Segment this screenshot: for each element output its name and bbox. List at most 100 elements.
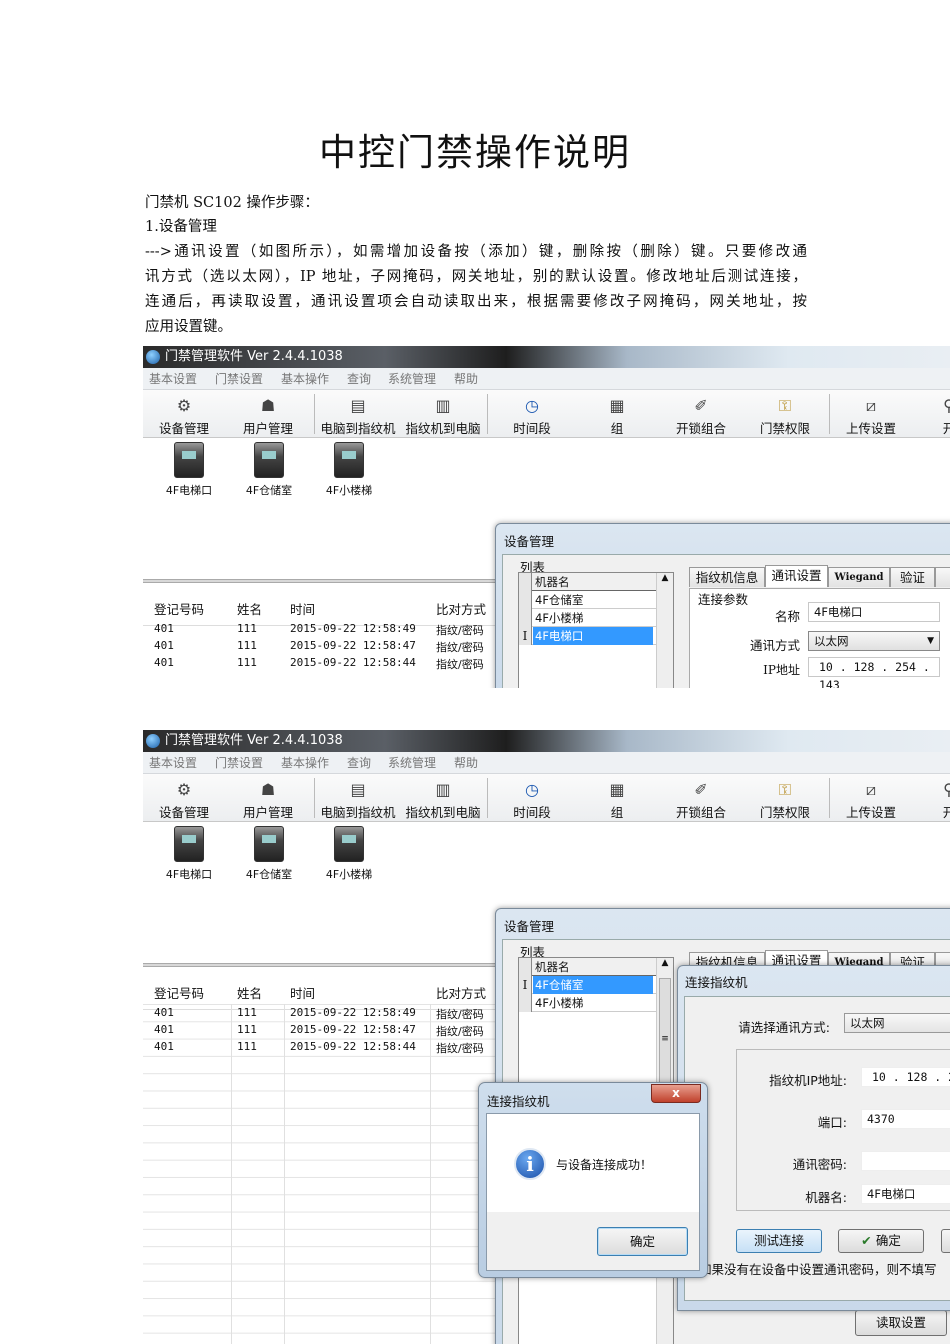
list-item[interactable]: 4F小楼梯 (519, 994, 673, 1012)
cell: 401 (154, 639, 174, 652)
menu-system[interactable]: 系统管理 (388, 752, 436, 774)
device-list[interactable]: 机器名 4F仓储室 4F小楼梯 I 4F电梯口 ▲ (518, 572, 674, 688)
column-header[interactable]: 姓名 (237, 599, 262, 618)
table-row[interactable]: 401 111 2015-09-22 12:58:47 指纹/密码 (143, 1023, 495, 1040)
column-header[interactable]: 比对方式 (436, 983, 486, 1002)
column-header[interactable]: 姓名 (237, 983, 262, 1002)
column-header[interactable]: 登记号码 (154, 599, 204, 618)
toolbar-pc-to-device[interactable]: ▤ 电脑到指纹机 (315, 774, 401, 822)
toolbar-device-to-pc[interactable]: ▥ 指纹机到电脑 (400, 774, 486, 822)
toolbar-open[interactable]: ⚲ 开 (906, 390, 950, 438)
table-row[interactable]: 401 111 2015-09-22 12:58:49 指纹/密码 (143, 622, 495, 639)
menu-system[interactable]: 系统管理 (388, 368, 436, 390)
toolbar-separator (487, 778, 488, 818)
column-header[interactable]: 比对方式 (436, 599, 486, 618)
toolbar-upload-settings[interactable]: ⧄ 上传设置 (828, 390, 914, 438)
tab-more[interactable]: 电 (935, 567, 950, 587)
device-item[interactable]: 4F电梯口 (154, 826, 224, 882)
message-ok-button[interactable]: 确定 (597, 1227, 688, 1256)
ip-input[interactable]: 10 . 128 . 254 (861, 1067, 950, 1087)
dialog-body: 列表 机器名 4F仓储室 4F小楼梯 I 4F电梯口 ▲ 指纹机信息 通讯设置 W… (502, 554, 950, 688)
menu-basic-ops[interactable]: 基本操作 (281, 752, 329, 774)
password-note: 如果没有在设备中设置通讯密码，则不填写 (699, 1262, 937, 1277)
toolbar-unlock-combo[interactable]: ✐ 开锁组合 (658, 390, 744, 438)
ok-button[interactable]: ✔ 确定 (838, 1229, 924, 1253)
table-row[interactable]: 401 111 2015-09-22 12:58:44 指纹/密码 (143, 656, 495, 673)
toolbar-user-mgmt[interactable]: ☗ 用户管理 (225, 774, 311, 822)
menu-help[interactable]: 帮助 (454, 368, 478, 390)
read-settings-button[interactable]: 读取设置 (855, 1310, 947, 1336)
toolbar-pc-to-device[interactable]: ▤ 电脑到指纹机 (315, 390, 401, 438)
menu-help[interactable]: 帮助 (454, 752, 478, 774)
list-item[interactable]: 4F小楼梯 (519, 609, 673, 627)
menu-basic-ops[interactable]: 基本操作 (281, 368, 329, 390)
comm-mode-select[interactable]: 以太网 ▼ (808, 631, 940, 651)
toolbar-label: 开锁组合 (675, 805, 726, 820)
list-header[interactable]: 机器名 (519, 958, 673, 976)
item-label: 4F小楼梯 (535, 611, 584, 625)
column-header[interactable]: 登记号码 (154, 983, 204, 1002)
table-row[interactable]: 401 111 2015-09-22 12:58:44 指纹/密码 (143, 1040, 495, 1057)
tab-wiegand[interactable]: Wiegand (828, 567, 890, 587)
list-item[interactable]: 4F仓储室 (519, 591, 673, 609)
cell: 2015-09-22 12:58:49 (290, 622, 416, 635)
column-header[interactable]: 时间 (290, 983, 315, 1002)
toolbar-device-mgmt[interactable]: ⚙ 设备管理 (143, 390, 227, 438)
toolbar-access-rights[interactable]: ⚿ 门禁权限 (742, 390, 828, 438)
toolbar-time-period[interactable]: ◷ 时间段 (489, 390, 575, 438)
menu-basic-settings[interactable]: 基本设置 (149, 752, 197, 774)
fingerprint-device-icon (334, 826, 364, 862)
toolbar-device-mgmt[interactable]: ⚙ 设备管理 (143, 774, 227, 822)
screenshot-device-management: 门禁管理软件 Ver 2.4.4.1038 基本设置 门禁设置 基本操作 查询 … (143, 346, 950, 688)
ip-input[interactable]: 10 . 128 . 254 . 143 (808, 657, 940, 688)
toolbar-label: 上传设置 (845, 805, 896, 820)
password-input[interactable] (861, 1151, 950, 1171)
list-item[interactable]: I 4F电梯口 (519, 627, 673, 645)
tab-verify[interactable]: 验证 (890, 567, 935, 587)
toolbar-unlock-combo[interactable]: ✐ 开锁组合 (658, 774, 744, 822)
toolbar-user-mgmt[interactable]: ☗ 用户管理 (225, 390, 311, 438)
menu-access-settings[interactable]: 门禁设置 (215, 368, 263, 390)
toolbar-device-to-pc[interactable]: ▥ 指纹机到电脑 (400, 390, 486, 438)
scrollbar[interactable]: ▲ (656, 573, 673, 688)
test-connection-button[interactable]: 测试连接 (736, 1229, 822, 1253)
device-item[interactable]: 4F仓储室 (234, 826, 304, 882)
device-item[interactable]: 4F小楼梯 (314, 826, 384, 882)
table-row[interactable]: 401 111 2015-09-22 12:58:49 指纹/密码 (143, 1006, 495, 1023)
toolbar-label: 组 (610, 421, 624, 436)
device-item[interactable]: 4F仓储室 (234, 442, 304, 498)
item-label: 4F小楼梯 (535, 996, 584, 1010)
port-input[interactable]: 4370 (861, 1109, 950, 1129)
toolbar-upload-settings[interactable]: ⧄ 上传设置 (828, 774, 914, 822)
column-header[interactable]: 时间 (290, 599, 315, 618)
cancel-button[interactable] (941, 1229, 950, 1253)
header-label: 机器名 (535, 575, 570, 589)
table-row[interactable]: 401 111 2015-09-22 12:58:47 指纹/密码 (143, 639, 495, 656)
tab-comm-settings[interactable]: 通讯设置 (765, 565, 828, 587)
tab-device-info[interactable]: 指纹机信息 (689, 567, 765, 587)
toolbar-access-rights[interactable]: ⚿ 门禁权限 (742, 774, 828, 822)
machine-name-input[interactable]: 4F电梯口 (861, 1184, 950, 1204)
toolbar-group[interactable]: ▦ 组 (574, 774, 660, 822)
list-item[interactable]: I 4F仓储室 (519, 976, 673, 994)
toolbar-group[interactable]: ▦ 组 (574, 390, 660, 438)
menu-basic-settings[interactable]: 基本设置 (149, 368, 197, 390)
close-button[interactable]: x (651, 1084, 701, 1103)
menu-query[interactable]: 查询 (347, 752, 371, 774)
menu-query[interactable]: 查询 (347, 368, 371, 390)
menu-access-settings[interactable]: 门禁设置 (215, 752, 263, 774)
name-input[interactable]: 4F电梯口 (808, 602, 940, 622)
toolbar-time-period[interactable]: ◷ 时间段 (489, 774, 575, 822)
name-label: 名称 (774, 609, 800, 624)
comm-mode-select[interactable]: 以太网 (844, 1013, 950, 1033)
scroll-thumb[interactable]: ≡ (659, 978, 671, 1098)
splitter[interactable] (143, 963, 495, 967)
splitter[interactable] (143, 579, 495, 583)
list-header[interactable]: 机器名 (519, 573, 673, 591)
device-item[interactable]: 4F电梯口 (154, 442, 224, 498)
doc-line: 门禁机 SC102 操作步骤： (145, 195, 319, 211)
message-title: 连接指纹机 (487, 1094, 550, 1109)
toolbar: ⚙ 设备管理 ☗ 用户管理 ▤ 电脑到指纹机 ▥ 指纹机到电脑 ◷ 时间段 ▦ 组 ✐ 开锁组… (143, 774, 950, 822)
device-item[interactable]: 4F小楼梯 (314, 442, 384, 498)
toolbar-open[interactable]: ⚲ 开 (906, 774, 950, 822)
